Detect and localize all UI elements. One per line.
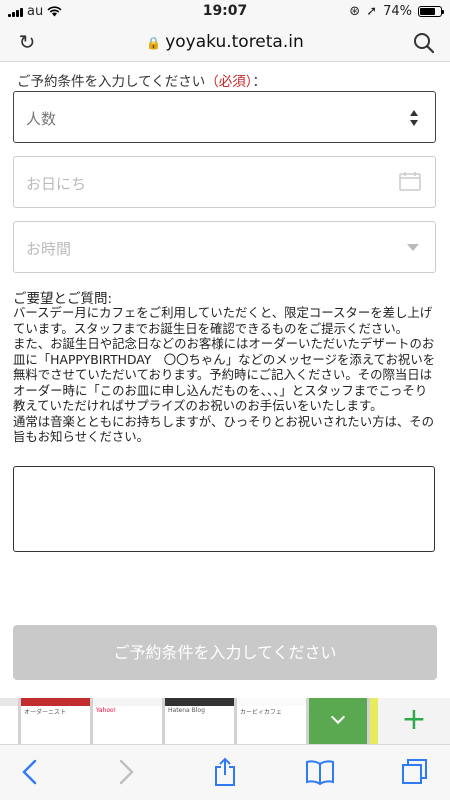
conditions-label: ご予約条件を入力してください（必須）： xyxy=(17,70,266,90)
time-placeholder: お時間 xyxy=(26,240,72,258)
request-paragraph-2: また、お誕生日や記念日などのお客様にはオーダーいただいたデザートのお皿に「HAP… xyxy=(13,336,436,413)
url-text: yoyaku.toreta.in xyxy=(165,32,304,52)
conditions-colon: ： xyxy=(252,74,266,90)
page-content: ご予約条件を入力してください（必須）： 人数 お日にち お時間 ご要望とご質問:… xyxy=(0,62,450,698)
battery-icon xyxy=(418,6,444,17)
tab-thumbnail[interactable]: カービィカフェ xyxy=(237,698,306,744)
date-placeholder: お日にち xyxy=(26,175,87,193)
chevron-down-icon xyxy=(407,244,419,251)
date-picker[interactable]: お日にち xyxy=(13,156,436,208)
rotation-lock-icon: ⊛ xyxy=(349,4,361,19)
back-icon[interactable] xyxy=(12,755,46,789)
status-right: ⊛ ➚ 74% xyxy=(349,4,444,19)
tab-thumbnail-title: オーダーニスト xyxy=(24,709,67,716)
url-bar: ↻ 🔒 yoyaku.toreta.in xyxy=(0,24,450,62)
conditions-label-text: ご予約条件を入力してください xyxy=(17,74,206,90)
tab-thumbnail[interactable]: オーダーニスト xyxy=(21,698,90,744)
tab-thumbnail-title: カービィカフェ xyxy=(240,709,282,716)
location-icon: ➚ xyxy=(366,4,378,19)
tab-thumbnail[interactable] xyxy=(0,698,18,744)
lock-icon: 🔒 xyxy=(146,36,162,50)
battery-level xyxy=(420,8,435,15)
tab-thumbnail-title: Yahoo! xyxy=(96,707,117,714)
share-icon[interactable] xyxy=(208,755,242,789)
request-paragraph-3: 通常は音楽とともにお持ちしますが、ひっそりとお祝いされたい方は、その旨もお知らせ… xyxy=(13,413,435,445)
address-field[interactable]: 🔒 yoyaku.toreta.in xyxy=(0,32,450,52)
forward-icon[interactable] xyxy=(110,755,144,789)
party-size-select[interactable]: 人数 xyxy=(13,91,436,143)
submit-button[interactable]: ご予約条件を入力してください xyxy=(13,625,437,680)
status-bar: au 19:07 ⊛ ➚ 74% xyxy=(0,0,450,24)
tab-thumbnail[interactable]: Hatena Blog xyxy=(165,698,234,744)
tab-thumbnail-active[interactable] xyxy=(309,698,367,744)
tab-thumbnail-title: Hatena Blog xyxy=(168,707,205,714)
new-tab-button[interactable]: + xyxy=(378,698,450,744)
sort-arrows-icon xyxy=(410,110,418,126)
request-description: バースデー月にカフェをご利用していただくと、限定コースターを差し上げています。ス… xyxy=(13,305,437,445)
time-select[interactable]: お時間 xyxy=(13,221,436,273)
request-paragraph-1: バースデー月にカフェをご利用していただくと、限定コースターを差し上げています。ス… xyxy=(13,305,433,336)
party-size-placeholder: 人数 xyxy=(26,110,57,128)
calendar-icon xyxy=(399,172,421,191)
search-icon[interactable] xyxy=(412,31,436,55)
bookmarks-icon[interactable] xyxy=(303,755,337,789)
tabs-icon[interactable] xyxy=(398,755,432,789)
required-marker: （必須） xyxy=(205,74,253,90)
request-textarea[interactable] xyxy=(13,466,435,552)
request-title: ご要望とご質問: xyxy=(13,291,113,307)
bottom-toolbar xyxy=(0,744,450,800)
battery-percent: 74% xyxy=(383,4,412,19)
tab-thumbnail[interactable]: Yahoo! xyxy=(93,698,162,744)
